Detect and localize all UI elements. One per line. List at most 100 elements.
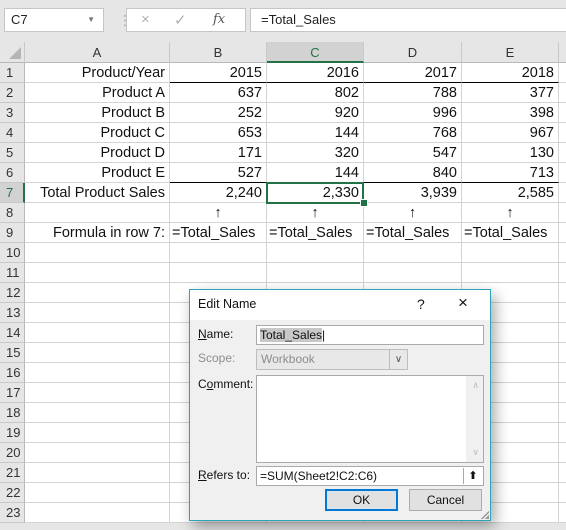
cell-e10[interactable] — [462, 243, 559, 263]
cell-f12[interactable] — [559, 283, 566, 303]
cell-c3[interactable]: 920 — [267, 103, 364, 123]
select-all-corner[interactable] — [0, 42, 25, 63]
cell-e11[interactable] — [462, 263, 559, 283]
cell-e6[interactable]: 713 — [462, 163, 559, 183]
row-header-5[interactable]: 5 — [0, 143, 25, 163]
name-input[interactable]: Total_Sales| — [256, 325, 484, 345]
cell-f2[interactable] — [559, 83, 566, 103]
cell-a5[interactable]: Product D — [25, 143, 170, 163]
enter-icon[interactable]: ✓ — [174, 11, 187, 29]
cell-d2[interactable]: 788 — [364, 83, 462, 103]
cell-d9[interactable]: =Total_Sales — [364, 223, 462, 243]
cell-a21[interactable] — [25, 463, 170, 483]
cell-a19[interactable] — [25, 423, 170, 443]
row-header-21[interactable]: 21 — [0, 463, 25, 483]
cell-f9[interactable] — [559, 223, 566, 243]
row-header-4[interactable]: 4 — [0, 123, 25, 143]
cell-f18[interactable] — [559, 403, 566, 423]
cell-c9[interactable]: =Total_Sales — [267, 223, 364, 243]
help-icon[interactable]: ? — [417, 296, 425, 312]
cell-f23[interactable] — [559, 503, 566, 523]
row-header-17[interactable]: 17 — [0, 383, 25, 403]
cell-b11[interactable] — [170, 263, 267, 283]
column-header-d[interactable]: D — [364, 42, 462, 63]
cell-c11[interactable] — [267, 263, 364, 283]
cell-d1[interactable]: 2017 — [364, 63, 462, 83]
cell-f7[interactable] — [559, 183, 566, 203]
cell-e9[interactable]: =Total_Sales — [462, 223, 559, 243]
cell-f21[interactable] — [559, 463, 566, 483]
cell-a23[interactable] — [25, 503, 170, 523]
cell-f16[interactable] — [559, 363, 566, 383]
cell-c2[interactable]: 802 — [267, 83, 364, 103]
row-header-18[interactable]: 18 — [0, 403, 25, 423]
cell-a20[interactable] — [25, 443, 170, 463]
cell-b9[interactable]: =Total_Sales — [170, 223, 267, 243]
ok-button[interactable]: OK — [325, 489, 398, 511]
cell-b10[interactable] — [170, 243, 267, 263]
cell-e8[interactable]: ↑ — [462, 203, 559, 223]
row-header-22[interactable]: 22 — [0, 483, 25, 503]
cell-f4[interactable] — [559, 123, 566, 143]
row-header-3[interactable]: 3 — [0, 103, 25, 123]
refers-to-input[interactable]: =SUM(Sheet2!C2:C6) ⬆ — [256, 466, 484, 486]
cell-a6[interactable]: Product E — [25, 163, 170, 183]
cell-a14[interactable] — [25, 323, 170, 343]
cell-e7[interactable]: 2,585 — [462, 183, 559, 203]
cell-a17[interactable] — [25, 383, 170, 403]
scroll-up-icon[interactable]: ∧ — [472, 380, 479, 391]
row-header-12[interactable]: 12 — [0, 283, 25, 303]
cell-d10[interactable] — [364, 243, 462, 263]
cell-b8[interactable]: ↑ — [170, 203, 267, 223]
cell-a10[interactable] — [25, 243, 170, 263]
cell-c5[interactable]: 320 — [267, 143, 364, 163]
cell-a15[interactable] — [25, 343, 170, 363]
cell-e3[interactable]: 398 — [462, 103, 559, 123]
resize-grip-icon[interactable] — [481, 511, 489, 519]
cell-c4[interactable]: 144 — [267, 123, 364, 143]
cell-d4[interactable]: 768 — [364, 123, 462, 143]
cell-f22[interactable] — [559, 483, 566, 503]
cancel-button[interactable]: Cancel — [409, 489, 482, 511]
cell-f19[interactable] — [559, 423, 566, 443]
cell-b1[interactable]: 2015 — [170, 63, 267, 83]
cell-a7[interactable]: Total Product Sales — [25, 183, 170, 203]
row-header-23[interactable]: 23 — [0, 503, 25, 523]
chevron-down-icon[interactable]: ∨ — [389, 350, 407, 369]
cell-f14[interactable] — [559, 323, 566, 343]
close-icon[interactable]: × — [458, 293, 468, 313]
row-header-13[interactable]: 13 — [0, 303, 25, 323]
cell-a8[interactable] — [25, 203, 170, 223]
cell-e1[interactable]: 2018 — [462, 63, 559, 83]
column-header-f[interactable] — [559, 42, 566, 63]
column-header-e[interactable]: E — [462, 42, 559, 63]
cell-a12[interactable] — [25, 283, 170, 303]
cell-f15[interactable] — [559, 343, 566, 363]
cell-a2[interactable]: Product A — [25, 83, 170, 103]
cell-f1[interactable] — [559, 63, 566, 83]
row-header-10[interactable]: 10 — [0, 243, 25, 263]
row-header-1[interactable]: 1 — [0, 63, 25, 83]
cell-b5[interactable]: 171 — [170, 143, 267, 163]
cell-e4[interactable]: 967 — [462, 123, 559, 143]
cell-f6[interactable] — [559, 163, 566, 183]
chevron-down-icon[interactable]: ▼ — [87, 9, 95, 31]
cell-c7[interactable]: 2,330 — [267, 183, 364, 203]
row-header-7[interactable]: 7 — [0, 183, 25, 203]
cell-a18[interactable] — [25, 403, 170, 423]
cell-f3[interactable] — [559, 103, 566, 123]
cell-a11[interactable] — [25, 263, 170, 283]
cell-c8[interactable]: ↑ — [267, 203, 364, 223]
cell-e5[interactable]: 130 — [462, 143, 559, 163]
cell-a22[interactable] — [25, 483, 170, 503]
cell-a3[interactable]: Product B — [25, 103, 170, 123]
cancel-icon[interactable]: × — [141, 11, 150, 28]
cell-f17[interactable] — [559, 383, 566, 403]
name-box[interactable]: C7 ▼ — [4, 8, 104, 32]
comment-textarea[interactable]: ∧ ∨ — [256, 375, 484, 463]
cell-f11[interactable] — [559, 263, 566, 283]
cell-a9[interactable]: Formula in row 7: — [25, 223, 170, 243]
cell-d11[interactable] — [364, 263, 462, 283]
cell-d8[interactable]: ↑ — [364, 203, 462, 223]
cell-b2[interactable]: 637 — [170, 83, 267, 103]
